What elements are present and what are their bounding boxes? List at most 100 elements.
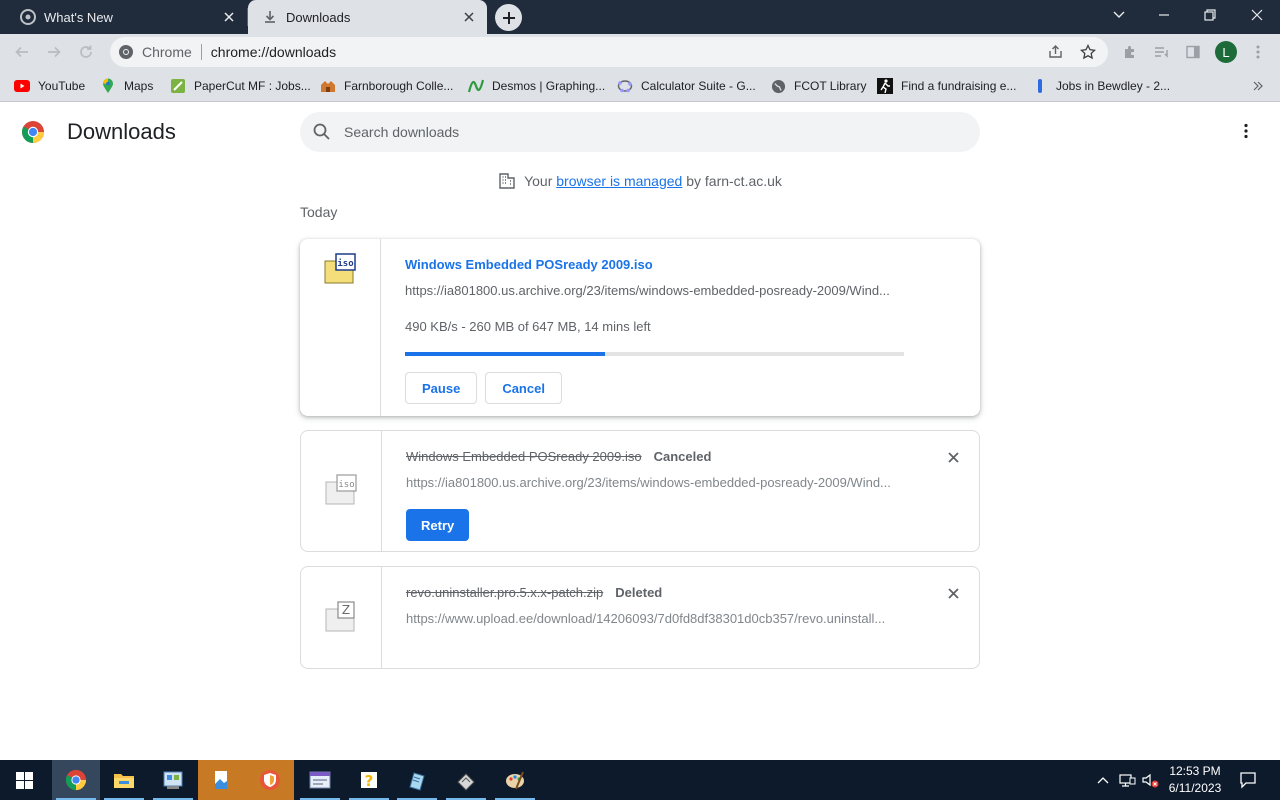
tab-search-button[interactable] xyxy=(1096,0,1142,30)
network-tray-button[interactable] xyxy=(1117,760,1137,800)
close-tab-icon[interactable] xyxy=(221,9,237,25)
omnibox-url[interactable]: chrome://downloads xyxy=(211,44,1044,60)
bookmark-jobs-bewdley[interactable]: Jobs in Bewdley - 2... xyxy=(1032,76,1170,96)
taskbar-clock[interactable]: 12:53 PM 6/11/2023 xyxy=(1160,763,1230,797)
new-tab-button[interactable] xyxy=(495,4,522,31)
toolbar: Chrome chrome://downloads L xyxy=(0,34,1280,70)
bookmark-calculator-suite[interactable]: Calculator Suite - G... xyxy=(617,76,756,96)
bookmark-youtube[interactable]: YouTube xyxy=(14,76,85,96)
taskbar-paint-app[interactable] xyxy=(491,760,539,800)
bookmark-desmos[interactable]: Desmos | Graphing... xyxy=(468,76,605,96)
taskbar-security-app[interactable] xyxy=(246,760,294,800)
browser-menu-button[interactable] xyxy=(1246,40,1270,64)
shield-icon xyxy=(260,770,280,790)
share-button[interactable] xyxy=(1044,40,1068,64)
download-item: Z revo.uninstaller.pro.5.x.x-patch.zip D… xyxy=(300,566,980,669)
share-icon xyxy=(1049,45,1062,58)
cancel-button[interactable]: Cancel xyxy=(485,372,562,404)
minimize-button[interactable] xyxy=(1141,0,1187,30)
bookmark-fundraising[interactable]: Find a fundraising e... xyxy=(877,76,1016,96)
chevron-up-icon xyxy=(1097,777,1109,784)
close-icon xyxy=(1251,9,1263,21)
browser-managed-link[interactable]: browser is managed xyxy=(556,173,682,189)
bookmark-fcot-library[interactable]: FCOT Library xyxy=(770,76,866,96)
bookmarks-bar: YouTube Maps PaperCut MF : Jobs... Farnb… xyxy=(0,70,1280,102)
bookmarks-overflow-button[interactable] xyxy=(1250,76,1274,96)
downloads-menu-button[interactable] xyxy=(1234,119,1258,143)
back-button[interactable] xyxy=(10,40,34,64)
bookmark-papercut[interactable]: PaperCut MF : Jobs... xyxy=(170,76,311,96)
taskbar-control-panel[interactable] xyxy=(149,760,197,800)
volume-muted-icon xyxy=(1142,773,1159,788)
download-filename-link[interactable]: Windows Embedded POSready 2009.iso xyxy=(405,257,653,272)
page-title: Downloads xyxy=(67,119,176,144)
windows-taskbar: ? 12:53 PM 6/11/2023 xyxy=(0,760,1280,800)
chrome-icon xyxy=(65,769,87,791)
vertical-dots-icon xyxy=(1256,45,1260,59)
retry-button[interactable]: Retry xyxy=(406,509,470,541)
side-panel-icon xyxy=(1186,45,1200,59)
omnibox-site-name: Chrome xyxy=(142,44,192,60)
restore-icon xyxy=(1204,9,1216,21)
youtube-icon xyxy=(14,78,30,94)
side-panel-button[interactable] xyxy=(1181,40,1205,64)
download-source-url[interactable]: https://ia801800.us.archive.org/23/items… xyxy=(405,283,899,298)
close-tab-icon[interactable] xyxy=(461,9,477,25)
tab-whats-new[interactable]: What's New xyxy=(0,0,247,34)
reading-list-button[interactable] xyxy=(1149,40,1173,64)
close-window-button[interactable] xyxy=(1234,0,1280,30)
download-actions: Retry xyxy=(406,509,470,541)
bookmark-farnborough-college[interactable]: Farnborough Colle... xyxy=(320,76,453,96)
action-center-button[interactable] xyxy=(1234,760,1262,800)
pause-button[interactable]: Pause xyxy=(405,372,478,404)
download-source-url[interactable]: https://www.upload.ee/download/14206093/… xyxy=(406,611,900,626)
window-app-icon xyxy=(309,771,331,789)
downloads-header: Downloads xyxy=(0,103,1280,159)
chrome-logo-icon xyxy=(21,120,45,144)
download-status: Canceled xyxy=(653,449,712,464)
extensions-button[interactable] xyxy=(1118,40,1142,64)
search-icon xyxy=(312,122,332,142)
search-bar xyxy=(300,112,980,152)
volume-tray-button[interactable] xyxy=(1140,760,1160,800)
managed-notice: Your browser is managed by farn-ct.ac.uk xyxy=(0,172,1280,190)
taskbar-help-app[interactable]: ? xyxy=(345,760,393,800)
chrome-logo-icon xyxy=(118,44,134,60)
tab-strip: What's New Downloads xyxy=(0,0,1280,34)
plus-icon xyxy=(502,11,515,24)
download-title-row: revo.uninstaller.pro.5.x.x-patch.zip Del… xyxy=(406,585,662,600)
tab-downloads[interactable]: Downloads xyxy=(248,0,487,34)
omnibox[interactable]: Chrome chrome://downloads xyxy=(110,37,1108,67)
taskbar-chrome[interactable] xyxy=(52,760,100,800)
taskbar-photos[interactable] xyxy=(198,760,246,800)
taskbar-tools-app[interactable] xyxy=(442,760,490,800)
taskbar-file-explorer[interactable] xyxy=(100,760,148,800)
profile-avatar[interactable]: L xyxy=(1215,41,1237,63)
taskbar-window-app[interactable] xyxy=(296,760,344,800)
notification-icon xyxy=(1240,772,1256,789)
forward-button[interactable] xyxy=(42,40,66,64)
search-input[interactable] xyxy=(344,124,980,140)
start-button[interactable] xyxy=(0,760,48,800)
remove-from-list-button[interactable] xyxy=(945,449,961,465)
bookmark-label: Farnborough Colle... xyxy=(344,79,454,93)
zip-file-icon: Z xyxy=(324,601,358,633)
bookmark-star-button[interactable] xyxy=(1076,40,1100,64)
remove-from-list-button[interactable] xyxy=(945,585,961,601)
iso-file-icon: iso xyxy=(324,474,358,506)
download-icon-column: iso xyxy=(300,239,381,416)
download-source-url[interactable]: https://ia801800.us.archive.org/23/items… xyxy=(406,475,900,490)
download-title-row: Windows Embedded POSready 2009.iso Cance… xyxy=(406,449,711,464)
restore-button[interactable] xyxy=(1187,0,1233,30)
download-status: Deleted xyxy=(615,585,663,600)
tray-overflow-button[interactable] xyxy=(1094,760,1112,800)
jobs-icon xyxy=(1032,78,1048,94)
reload-button[interactable] xyxy=(74,40,98,64)
chrome-settings-icon xyxy=(20,9,36,25)
papercut-icon xyxy=(170,78,186,94)
download-actions: Pause Cancel xyxy=(405,372,562,404)
control-panel-icon xyxy=(163,771,183,789)
taskbar-notepad-app[interactable] xyxy=(393,760,441,800)
bookmark-maps[interactable]: Maps xyxy=(100,76,153,96)
globe-icon xyxy=(770,78,786,94)
